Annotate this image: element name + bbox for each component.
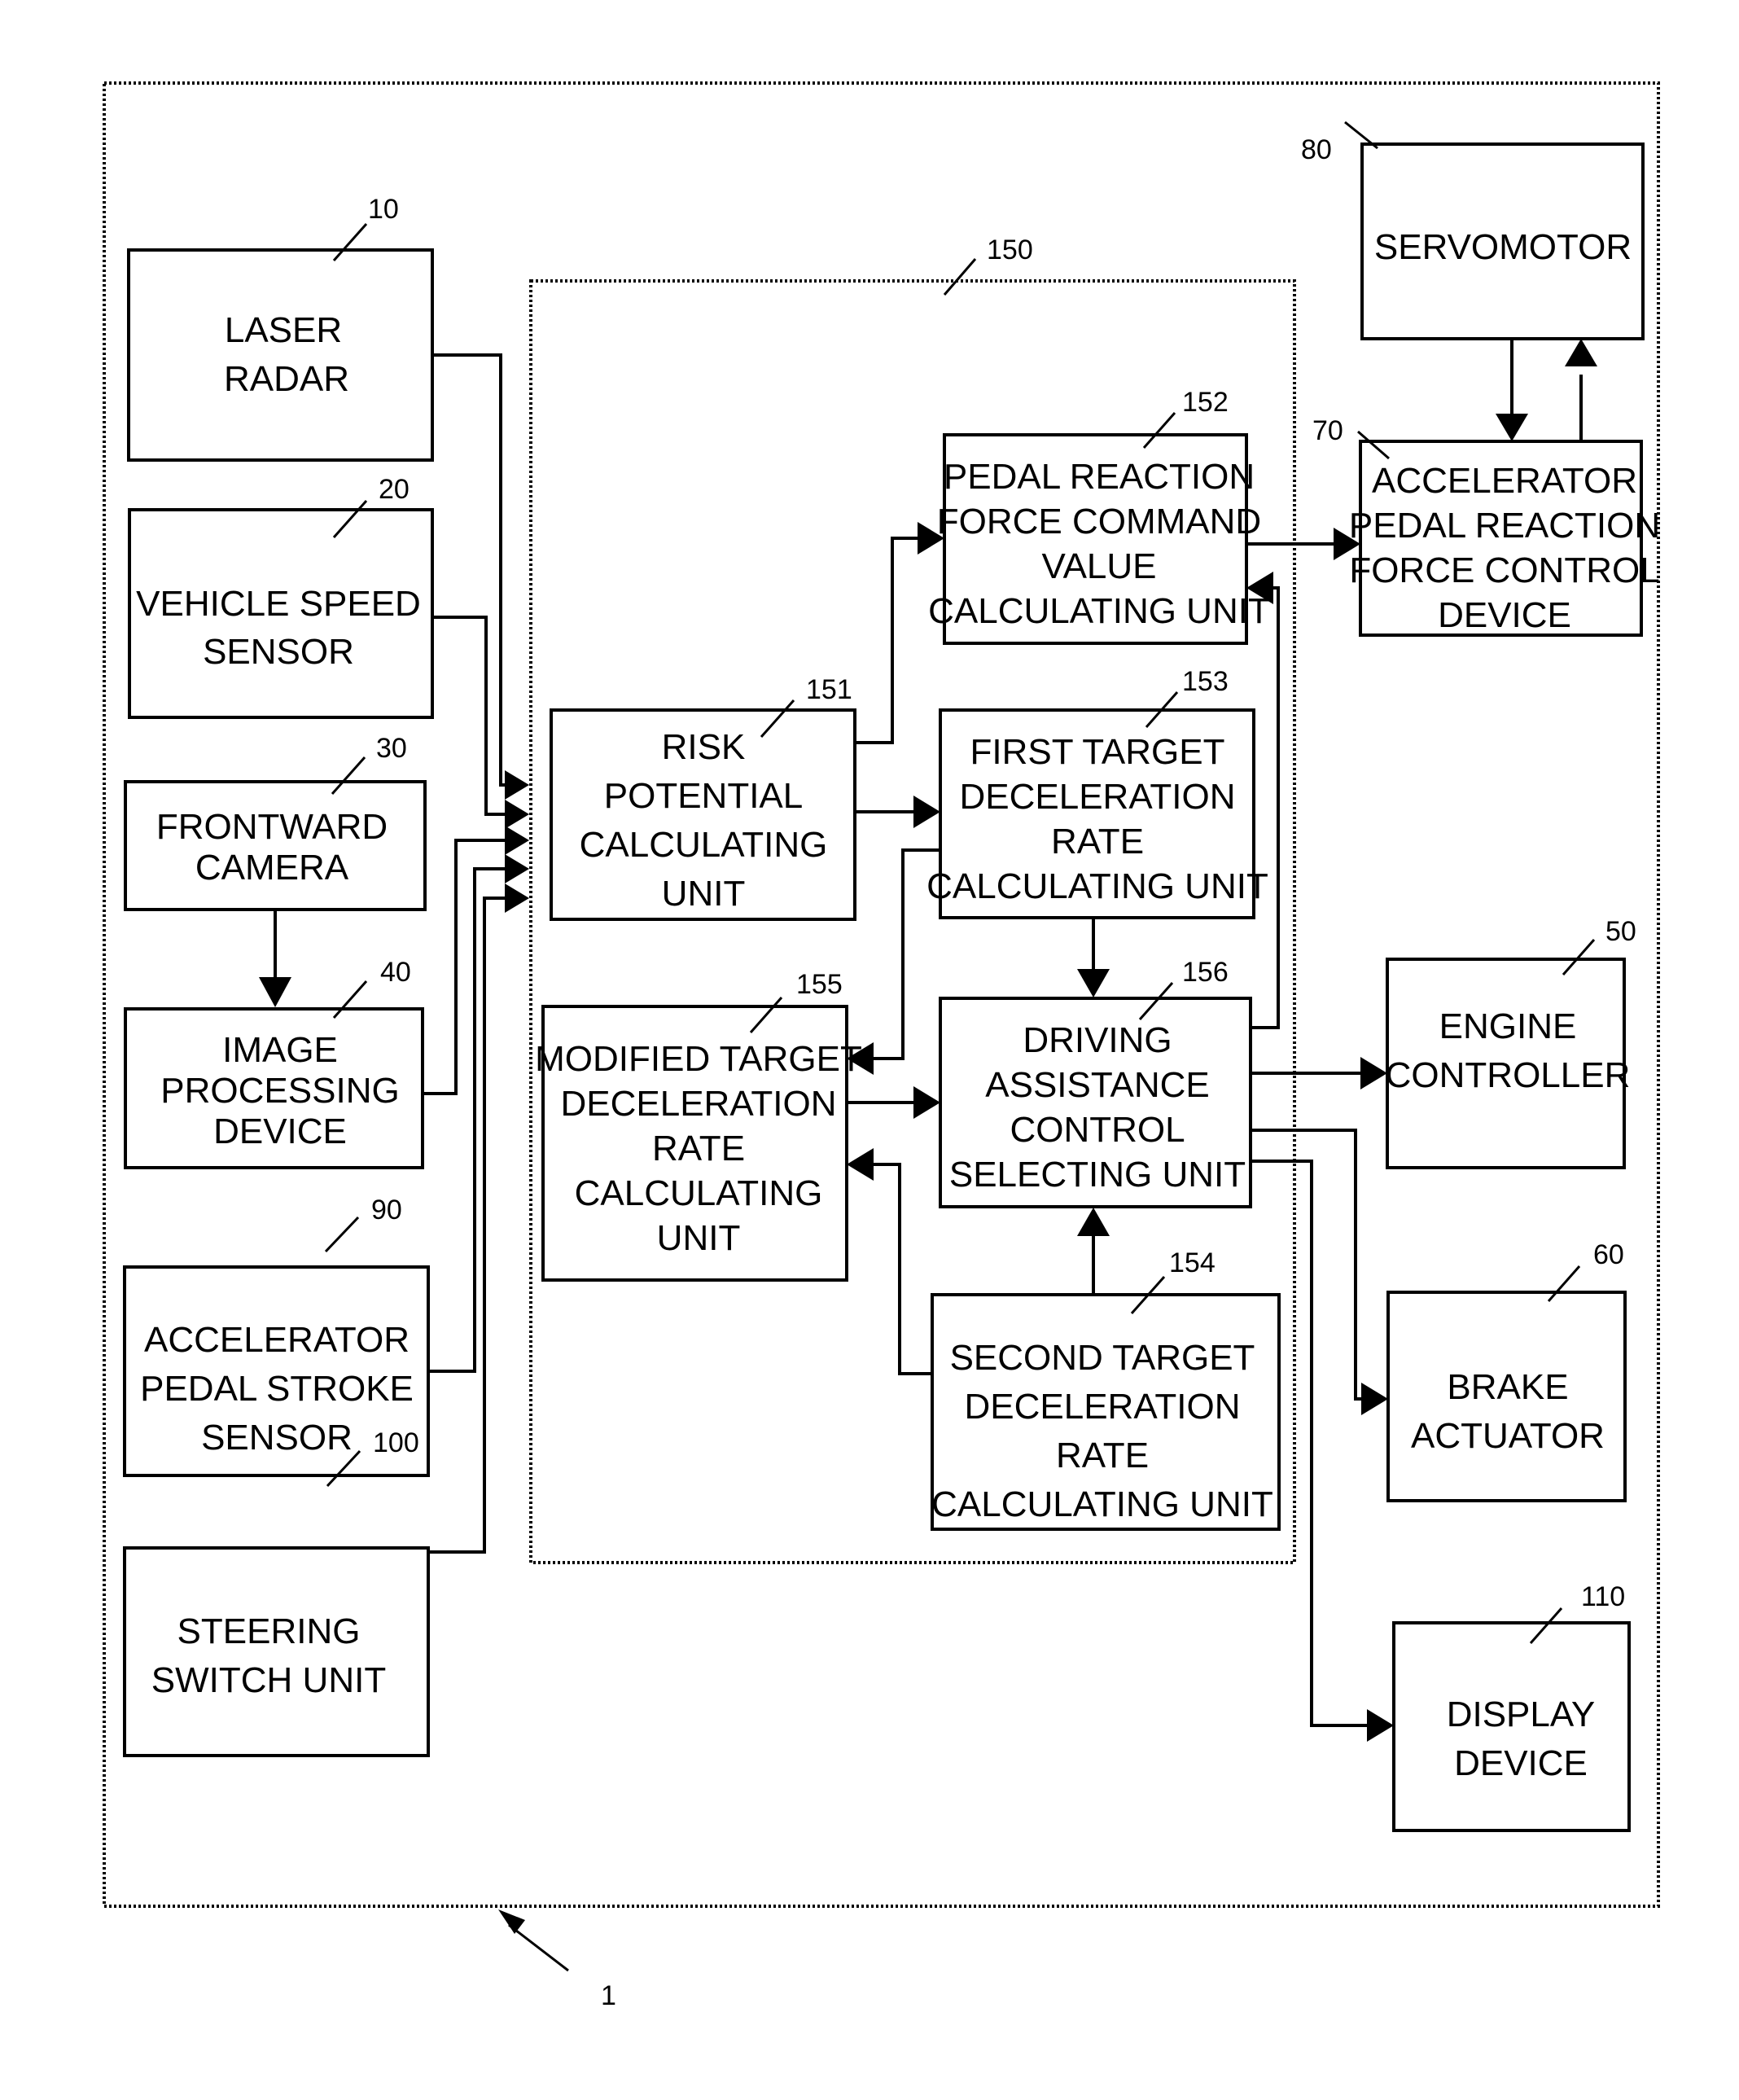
- svg-text:30: 30: [376, 733, 407, 764]
- svg-text:SENSOR: SENSOR: [203, 632, 354, 672]
- svg-text:CALCULATING: CALCULATING: [575, 1173, 823, 1213]
- block-first-target-deceleration-rate-calculating-unit: FIRST TARGET DECELERATION RATE CALCULATI…: [926, 666, 1268, 919]
- svg-text:RATE: RATE: [652, 1129, 745, 1168]
- svg-text:BRAKE: BRAKE: [1447, 1367, 1568, 1407]
- svg-text:DECELERATION: DECELERATION: [959, 777, 1235, 817]
- block-engine-controller: ENGINE CONTROLLER 50: [1386, 916, 1636, 1169]
- svg-text:156: 156: [1182, 957, 1229, 988]
- svg-text:PEDAL STROKE: PEDAL STROKE: [140, 1369, 414, 1409]
- svg-text:50: 50: [1605, 916, 1636, 947]
- svg-text:20: 20: [379, 474, 410, 505]
- svg-text:LASER: LASER: [225, 310, 342, 350]
- svg-text:CALCULATING UNIT: CALCULATING UNIT: [926, 866, 1268, 906]
- svg-text:155: 155: [796, 969, 843, 1000]
- svg-text:CONTROL: CONTROL: [1010, 1110, 1185, 1150]
- svg-text:RATE: RATE: [1051, 822, 1144, 861]
- svg-text:DECELERATION: DECELERATION: [560, 1084, 836, 1124]
- svg-text:90: 90: [371, 1195, 402, 1225]
- svg-text:FORCE COMMAND: FORCE COMMAND: [937, 502, 1261, 541]
- svg-text:CALCULATING UNIT: CALCULATING UNIT: [928, 591, 1270, 631]
- svg-text:VEHICLE SPEED: VEHICLE SPEED: [136, 584, 421, 624]
- system-ref-arrowhead: [498, 1909, 525, 1934]
- block-brake-actuator: BRAKE ACTUATOR 60: [1386, 1239, 1627, 1502]
- svg-text:PROCESSING: PROCESSING: [160, 1071, 399, 1111]
- svg-text:60: 60: [1593, 1239, 1624, 1270]
- block-laser-radar: LASER RADAR 10: [127, 194, 434, 462]
- svg-text:DEVICE: DEVICE: [213, 1111, 347, 1151]
- system-ref-leader: [508, 1923, 569, 1972]
- svg-text:153: 153: [1182, 666, 1229, 697]
- svg-text:CONTROLLER: CONTROLLER: [1386, 1055, 1631, 1095]
- svg-text:DISPLAY: DISPLAY: [1447, 1694, 1596, 1734]
- svg-text:SERVOMOTOR: SERVOMOTOR: [1374, 227, 1632, 267]
- svg-text:CALCULATING UNIT: CALCULATING UNIT: [931, 1484, 1273, 1524]
- controller-ref-leader: [943, 258, 977, 296]
- system-ref: 1: [601, 1980, 616, 2011]
- svg-text:MODIFIED TARGET: MODIFIED TARGET: [535, 1039, 862, 1079]
- block-driving-assistance-control-selecting-unit: DRIVING ASSISTANCE CONTROL SELECTING UNI…: [939, 957, 1252, 1208]
- svg-text:PEDAL REACTION: PEDAL REACTION: [1349, 506, 1660, 546]
- block-diagram: 150 1 LASER RADAR 10 VEHICLE SPEED SENSO…: [103, 81, 1660, 2011]
- svg-text:RISK: RISK: [662, 727, 746, 767]
- svg-text:DRIVING: DRIVING: [1023, 1020, 1172, 1060]
- svg-text:ACCELERATOR: ACCELERATOR: [144, 1320, 410, 1360]
- svg-text:40: 40: [380, 957, 411, 988]
- svg-text:SWITCH UNIT: SWITCH UNIT: [151, 1660, 386, 1700]
- svg-text:ENGINE: ENGINE: [1439, 1006, 1577, 1046]
- svg-text:152: 152: [1182, 387, 1229, 418]
- block-risk-potential-calculating-unit: RISK POTENTIAL CALCULATING UNIT 151: [550, 674, 856, 921]
- svg-text:DECELERATION: DECELERATION: [964, 1387, 1240, 1427]
- svg-text:UNIT: UNIT: [657, 1218, 741, 1258]
- svg-text:151: 151: [806, 674, 852, 705]
- block-second-target-deceleration-rate-calculating-unit: SECOND TARGET DECELERATION RATE CALCULAT…: [931, 1247, 1281, 1531]
- svg-text:CAMERA: CAMERA: [195, 848, 349, 888]
- svg-text:ASSISTANCE: ASSISTANCE: [985, 1065, 1209, 1105]
- block-frontward-camera: FRONTWARD CAMERA 30: [124, 733, 427, 911]
- svg-text:SENSOR: SENSOR: [201, 1418, 353, 1458]
- svg-text:154: 154: [1169, 1247, 1216, 1278]
- svg-text:VALUE: VALUE: [1041, 546, 1156, 586]
- svg-text:SECOND TARGET: SECOND TARGET: [950, 1338, 1255, 1378]
- svg-text:110: 110: [1581, 1581, 1625, 1612]
- svg-text:PEDAL REACTION: PEDAL REACTION: [944, 457, 1255, 497]
- block-modified-target-deceleration-rate-calculating-unit: MODIFIED TARGET DECELERATION RATE CALCUL…: [535, 969, 862, 1282]
- block-pedal-reaction-force-command-value-calculating-unit: PEDAL REACTION FORCE COMMAND VALUE CALCU…: [928, 387, 1270, 645]
- svg-text:100: 100: [373, 1427, 419, 1458]
- svg-text:UNIT: UNIT: [662, 874, 746, 914]
- svg-text:80: 80: [1301, 134, 1332, 165]
- svg-text:FORCE CONTROL: FORCE CONTROL: [1349, 550, 1659, 590]
- svg-text:10: 10: [368, 194, 399, 225]
- svg-text:CALCULATING: CALCULATING: [580, 825, 828, 865]
- svg-text:ACTUATOR: ACTUATOR: [1411, 1416, 1605, 1456]
- svg-text:IMAGE: IMAGE: [222, 1030, 338, 1070]
- svg-text:ACCELERATOR: ACCELERATOR: [1372, 461, 1637, 501]
- svg-text:FRONTWARD: FRONTWARD: [156, 807, 388, 847]
- block-accelerator-pedal-reaction-force-control-device: ACCELERATOR PEDAL REACTION FORCE CONTROL…: [1312, 415, 1660, 637]
- svg-text:STEERING: STEERING: [177, 1611, 361, 1651]
- svg-text:RATE: RATE: [1056, 1436, 1149, 1475]
- svg-text:FIRST TARGET: FIRST TARGET: [970, 732, 1225, 772]
- block-servomotor: SERVOMOTOR 80: [1301, 121, 1645, 340]
- block-vehicle-speed-sensor: VEHICLE SPEED SENSOR 20: [128, 474, 434, 719]
- svg-text:DEVICE: DEVICE: [1454, 1743, 1588, 1783]
- svg-text:RADAR: RADAR: [224, 359, 349, 399]
- svg-text:DEVICE: DEVICE: [1438, 595, 1571, 635]
- block-display-device: DISPLAY DEVICE 110: [1392, 1581, 1631, 1832]
- controller-ref: 150: [987, 235, 1033, 265]
- svg-text:POTENTIAL: POTENTIAL: [604, 776, 804, 816]
- svg-text:70: 70: [1312, 415, 1343, 446]
- svg-text:SELECTING UNIT: SELECTING UNIT: [949, 1155, 1246, 1195]
